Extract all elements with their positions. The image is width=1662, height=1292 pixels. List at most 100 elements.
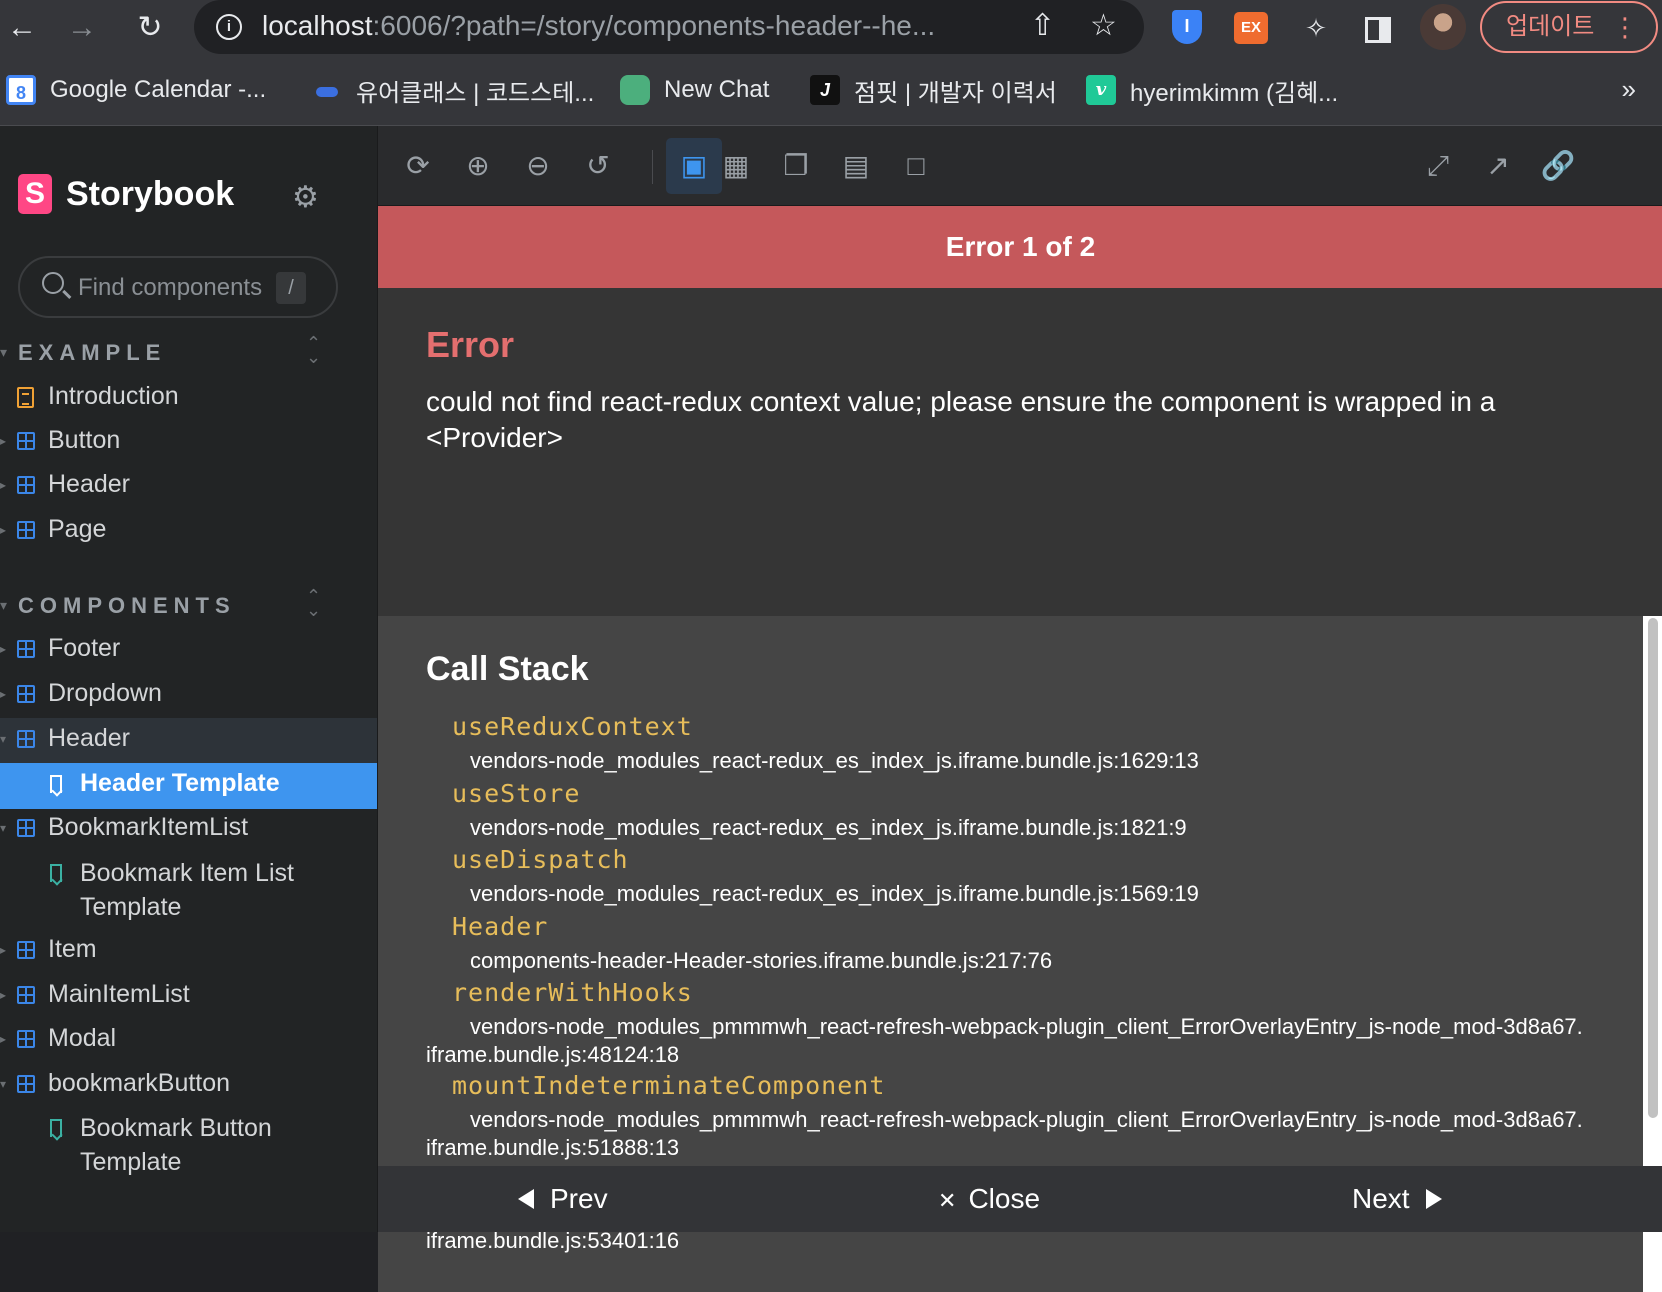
share-icon[interactable]: ⇧ — [1030, 8, 1055, 43]
profile-avatar[interactable] — [1420, 4, 1466, 50]
forward-arrow-icon[interactable]: → — [62, 8, 102, 48]
error-title: Error — [426, 324, 515, 365]
stack-frame[interactable]: renderWithHooks vendors-node_modules_pmm… — [426, 978, 1586, 1069]
sidebar-item-bookmark-item-list-template[interactable]: Bookmark Item List Template — [0, 852, 377, 932]
sidebar-item-modal[interactable]: ▸ Modal — [0, 1018, 377, 1064]
stack-frame[interactable]: useStore vendors-node_modules_react-redu… — [426, 779, 1586, 842]
component-icon — [17, 1075, 35, 1093]
stack-frame[interactable]: mountIndeterminateComponent vendors-node… — [426, 1071, 1586, 1162]
bookmark-jumpit[interactable]: J 점핏 | 개발자 이력서 — [810, 72, 1057, 108]
grid-icon[interactable]: ▦ — [714, 144, 758, 188]
sidebar-item-introduction[interactable]: Introduction — [0, 376, 377, 422]
next-button[interactable]: Next — [1352, 1178, 1442, 1220]
ex-extension-icon[interactable]: EX — [1234, 12, 1268, 44]
section-components[interactable]: ▾ COMPONENTS ⌃ ⌄ — [0, 587, 377, 629]
bookmark-label: New Chat — [664, 76, 770, 103]
url-text[interactable]: localhost:6006/?path=/story/components-h… — [262, 10, 935, 42]
remount-icon[interactable]: ⟳ — [396, 144, 440, 188]
copy-link-icon[interactable]: 🔗 — [1536, 144, 1580, 188]
sidebar-item-label: Page — [48, 515, 107, 543]
sidebar-item-dropdown[interactable]: ▸ Dropdown — [0, 673, 377, 719]
sidebar-item-page[interactable]: ▸ Page — [0, 509, 377, 555]
error-header: Error could not find react-redux context… — [378, 288, 1662, 616]
sidebar-item-bookmark-button-template[interactable]: Bookmark Button Template — [0, 1107, 377, 1187]
error-navigation: Prev ✕ Close Next — [378, 1166, 1662, 1232]
sidebar-item-header[interactable]: ▾ Header — [0, 718, 377, 764]
update-button[interactable]: 업데이트 ⋮ — [1480, 1, 1658, 53]
search-input[interactable] — [78, 270, 278, 306]
bookmark-label: Google Calendar -... — [50, 76, 267, 103]
stack-frame[interactable]: useReduxContext vendors-node_modules_rea… — [426, 712, 1586, 775]
frame-location: components-header-Header-stories.iframe.… — [470, 948, 1053, 973]
caret-icon: ▸ — [0, 478, 7, 492]
site-info-icon[interactable]: i — [216, 14, 242, 40]
viewport-icon[interactable]: ❐ — [774, 144, 818, 188]
caret-icon: ▸ — [0, 523, 7, 537]
reload-icon[interactable]: ↻ — [130, 8, 170, 48]
component-icon — [17, 432, 35, 450]
zoom-out-icon[interactable]: ⊖ — [516, 144, 560, 188]
bookmark-label: 유어클래스 | 코드스테... — [356, 79, 595, 107]
velog-icon: v — [1086, 75, 1116, 105]
scrollbar-thumb[interactable] — [1648, 618, 1658, 1118]
prev-button[interactable]: Prev — [518, 1178, 608, 1220]
expand-collapse-icon[interactable]: ⌃ ⌄ — [306, 334, 321, 366]
component-icon — [17, 685, 35, 703]
update-label: 업데이트 — [1506, 13, 1595, 40]
sidebar-item-label: Header — [48, 470, 130, 498]
bookmark-google-calendar[interactable]: 8 Google Calendar -... — [6, 72, 266, 108]
collapse-caret-icon: ▾ — [0, 344, 8, 360]
extensions-puzzle-icon[interactable]: ✧ — [1296, 8, 1336, 48]
reset-zoom-icon[interactable]: ↺ — [576, 144, 620, 188]
bookmark-label: hyerimkimm (김혜... — [1130, 79, 1339, 107]
ruler-icon[interactable]: ▤ — [834, 144, 878, 188]
address-bar[interactable]: i localhost:6006/?path=/story/components… — [194, 0, 1144, 54]
toolbar-divider — [652, 150, 653, 184]
sidebar-item-header-template[interactable]: Header Template — [0, 763, 377, 809]
fullscreen-icon[interactable]: ⤢ — [1416, 144, 1460, 188]
outline-icon[interactable]: □ — [894, 144, 938, 188]
sidebar-item-footer[interactable]: ▸ Footer — [0, 628, 377, 674]
sidebar-item-label: Introduction — [48, 382, 179, 410]
settings-gear-icon[interactable]: ⚙ — [292, 180, 319, 215]
codestates-icon — [312, 75, 342, 105]
sidebar-item-label: Footer — [48, 634, 121, 662]
expand-collapse-icon[interactable]: ⌃ ⌄ — [306, 587, 321, 619]
more-bookmarks-chevron-icon[interactable]: » — [1622, 74, 1636, 105]
close-label: Close — [968, 1183, 1041, 1214]
sidebar-item-label: Bookmark Button Template — [80, 1114, 272, 1176]
component-search[interactable]: / — [18, 256, 338, 318]
sidebar-item-mainitemlist[interactable]: ▸ MainItemList — [0, 974, 377, 1020]
sidebar-item-bookmarkitemlist[interactable]: ▾ BookmarkItemList — [0, 807, 377, 853]
open-new-tab-icon[interactable]: ↗ — [1476, 144, 1520, 188]
stack-frame[interactable]: Header components-header-Header-stories.… — [426, 912, 1586, 975]
back-arrow-icon[interactable]: ← — [2, 8, 42, 48]
bookmark-new-chat[interactable]: New Chat — [620, 72, 769, 108]
call-stack-title: Call Stack — [426, 650, 589, 688]
sidebar-item-bookmarkbutton[interactable]: ▾ bookmarkButton — [0, 1063, 377, 1109]
sidebar-item-label: Modal — [48, 1024, 117, 1052]
close-button[interactable]: ✕ Close — [938, 1178, 1040, 1220]
storybook-logo[interactable]: S Storybook — [18, 174, 234, 214]
frame-function: Header — [452, 912, 549, 941]
story-bookmark-icon — [50, 864, 62, 882]
bookmark-velog[interactable]: v hyerimkimm (김혜... — [1086, 72, 1338, 108]
stack-frame[interactable]: useDispatch vendors-node_modules_react-r… — [426, 845, 1586, 908]
bookmark-codestates[interactable]: 유어클래스 | 코드스테... — [312, 72, 594, 108]
sidebar-item-item[interactable]: ▸ Item — [0, 929, 377, 975]
more-menu-icon[interactable]: ⋮ — [1612, 3, 1638, 51]
caret-icon: ▸ — [0, 687, 7, 701]
zoom-in-icon[interactable]: ⊕ — [456, 144, 500, 188]
sidebar-item-header-example[interactable]: ▸ Header — [0, 464, 377, 510]
sidebar-item-label: Header — [48, 724, 130, 752]
sidebar-item-label: MainItemList — [48, 980, 190, 1008]
side-panel-icon[interactable] — [1358, 8, 1398, 48]
bookmark-star-icon[interactable]: ☆ — [1090, 8, 1117, 43]
component-icon — [17, 986, 35, 1004]
chat-bot-icon — [620, 75, 650, 105]
password-manager-extension-icon[interactable]: I — [1172, 10, 1202, 44]
document-icon — [17, 387, 34, 408]
section-example[interactable]: ▾ EXAMPLE ⌃ ⌄ — [0, 334, 377, 376]
frame-location: vendors-node_modules_pmmmwh_react-refres… — [426, 1014, 1583, 1067]
sidebar-item-button[interactable]: ▸ Button — [0, 420, 377, 466]
